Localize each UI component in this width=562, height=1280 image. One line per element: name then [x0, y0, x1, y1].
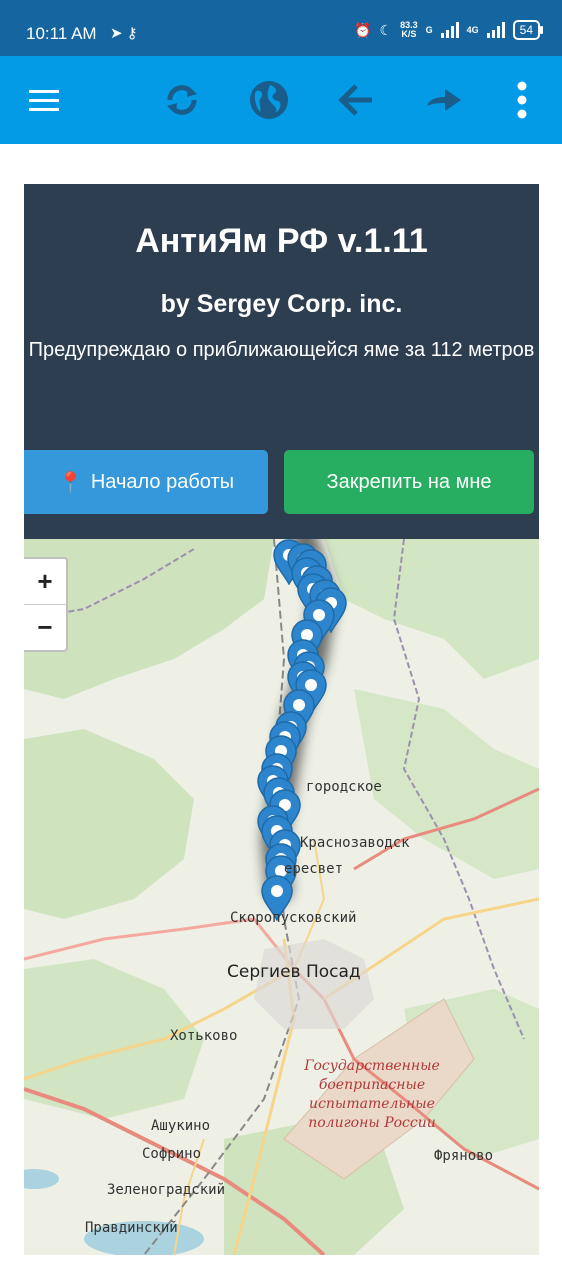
net-speed: 83.3 K/S	[400, 21, 418, 39]
app-subtitle: by Sergey Corp. inc.	[160, 290, 403, 318]
zoom-in-button[interactable]: +	[24, 559, 66, 604]
signal-1-icon	[440, 22, 459, 38]
map-view[interactable]: + − городское Краснозаводск ересвет Скор…	[24, 539, 539, 1255]
map-label-sergiev-posad: Сергиев Посад	[227, 962, 361, 982]
key-icon: ⚷	[126, 25, 142, 42]
refresh-icon	[167, 85, 197, 115]
status-left-icons: ➤⚷	[110, 24, 142, 42]
forward-arrow-icon	[427, 89, 461, 111]
status-right: ⏰ ☾ 83.3 K/S G 4G 54	[354, 20, 544, 40]
map-label-krasnozavodsk: Краснозаводск	[300, 835, 410, 851]
zoom-control: + −	[24, 557, 68, 652]
map-label-zelenogradsky: Зеленоградский	[107, 1182, 226, 1198]
map-label-pravdinsky: Правдинский	[85, 1220, 178, 1236]
menu-button[interactable]	[20, 76, 68, 124]
pin-on-me-button[interactable]: Закрепить на мне	[284, 450, 534, 514]
menu-icon	[29, 87, 59, 114]
app-description: Предупреждаю о приближающейся яме за 112…	[28, 339, 535, 361]
map-label-khotkovo: Хотьково	[170, 1028, 238, 1044]
status-time: 10:11 AM	[26, 24, 97, 43]
header-card: АнтиЯм РФ v.1.11 by Sergey Corp. inc. Пр…	[24, 184, 539, 539]
refresh-button[interactable]	[158, 76, 206, 124]
moon-icon: ☾	[379, 21, 393, 38]
map-label-ashukino: Ашукино	[151, 1118, 211, 1134]
globe-button[interactable]	[245, 76, 293, 124]
signal-2-label: 4G	[466, 25, 479, 35]
map-label-peresvet: ересвет	[284, 861, 344, 877]
start-button[interactable]: 📍 Начало работы	[24, 450, 268, 514]
more-options-button[interactable]	[498, 76, 546, 124]
net-speed-unit: K/S	[401, 29, 417, 39]
back-arrow-icon	[338, 84, 372, 116]
globe-icon	[250, 81, 288, 119]
pin-on-me-label: Закрепить на мне	[326, 470, 492, 493]
zoom-out-button[interactable]: −	[24, 604, 66, 650]
more-vert-icon	[517, 81, 527, 119]
signal-2-icon	[486, 22, 505, 38]
telegram-icon: ➤	[110, 25, 127, 42]
pin-icon: 📍	[57, 471, 83, 494]
map-label-fryanovo: Фряново	[434, 1148, 494, 1164]
status-bar: 10:11 AM ➤⚷ ⏰ ☾ 83.3 K/S G 4G 54	[0, 0, 562, 56]
battery-icon: 54	[512, 20, 544, 40]
start-button-label: Начало работы	[90, 470, 235, 493]
app-title: АнтиЯм РФ v.1.11	[135, 222, 428, 260]
forward-button[interactable]	[419, 76, 467, 124]
map-label-testing-ground: Государственные боеприпасные испытательн…	[304, 1058, 440, 1131]
map-label-skoropuskovsky: Скоропусковский	[230, 910, 357, 926]
signal-1-label: G	[425, 25, 433, 35]
app-toolbar	[0, 56, 562, 144]
map-label-gorodskoe: городское	[306, 779, 382, 795]
alarm-icon: ⏰	[354, 21, 372, 38]
map-label-sofrino: Софрино	[142, 1146, 202, 1162]
back-button[interactable]	[332, 76, 380, 124]
